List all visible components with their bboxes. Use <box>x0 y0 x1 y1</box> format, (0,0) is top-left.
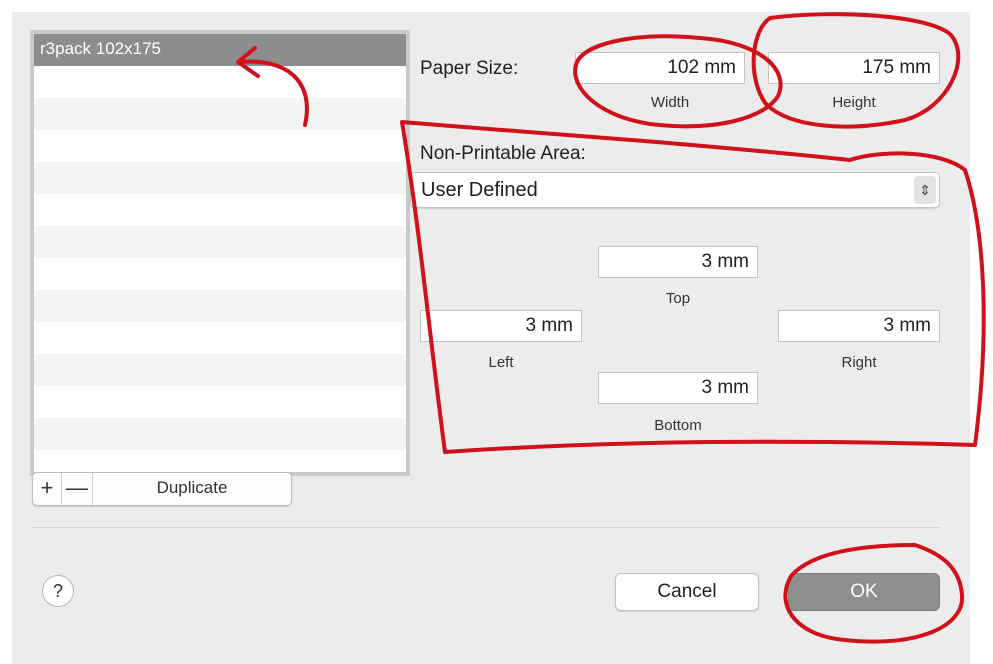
top-caption: Top <box>665 290 691 307</box>
empty-list-row <box>34 66 406 98</box>
empty-list-row <box>34 226 406 258</box>
list-edit-control: + — Duplicate <box>32 472 292 506</box>
left-caption: Left <box>488 354 514 371</box>
empty-list-row <box>34 258 406 290</box>
add-paper-button[interactable]: + <box>33 473 62 505</box>
list-item-label: r3pack 102x175 <box>40 39 161 58</box>
empty-list-row <box>34 98 406 130</box>
list-item[interactable]: r3pack 102x175 <box>34 34 406 66</box>
empty-list-row <box>34 130 406 162</box>
up-down-chevron-icon: ⇕ <box>914 176 936 204</box>
paper-size-label: Paper Size: <box>420 58 519 79</box>
margin-top-field[interactable]: 3 mm <box>598 246 758 278</box>
help-button[interactable]: ? <box>42 575 74 607</box>
duplicate-button[interactable]: Duplicate <box>93 473 291 505</box>
empty-list-row <box>34 322 406 354</box>
empty-list-row <box>34 386 406 418</box>
empty-list-row <box>34 194 406 226</box>
remove-paper-button[interactable]: — <box>62 473 93 505</box>
ok-button[interactable]: OK <box>788 573 940 611</box>
non-printable-area-label: Non-Printable Area: <box>420 143 586 164</box>
bottom-caption: Bottom <box>654 417 702 434</box>
empty-list-row <box>34 354 406 386</box>
height-caption: Height <box>832 94 876 111</box>
cancel-button[interactable]: Cancel <box>615 573 759 611</box>
paper-height-field[interactable]: 175 mm <box>768 52 940 84</box>
popup-value: User Defined <box>421 179 538 201</box>
empty-list-row <box>34 162 406 194</box>
divider <box>32 527 940 528</box>
margin-right-field[interactable]: 3 mm <box>778 310 940 342</box>
non-printable-area-popup[interactable]: User Defined ⇕ <box>410 172 940 208</box>
empty-list-row <box>34 418 406 450</box>
cropped-top-strip <box>0 0 993 12</box>
width-caption: Width <box>650 94 690 111</box>
paper-width-field[interactable]: 102 mm <box>575 52 745 84</box>
margin-left-field[interactable]: 3 mm <box>420 310 582 342</box>
right-caption: Right <box>841 354 877 371</box>
paper-size-list[interactable]: r3pack 102x175 <box>30 30 410 476</box>
margin-bottom-field[interactable]: 3 mm <box>598 372 758 404</box>
empty-list-row <box>34 290 406 322</box>
